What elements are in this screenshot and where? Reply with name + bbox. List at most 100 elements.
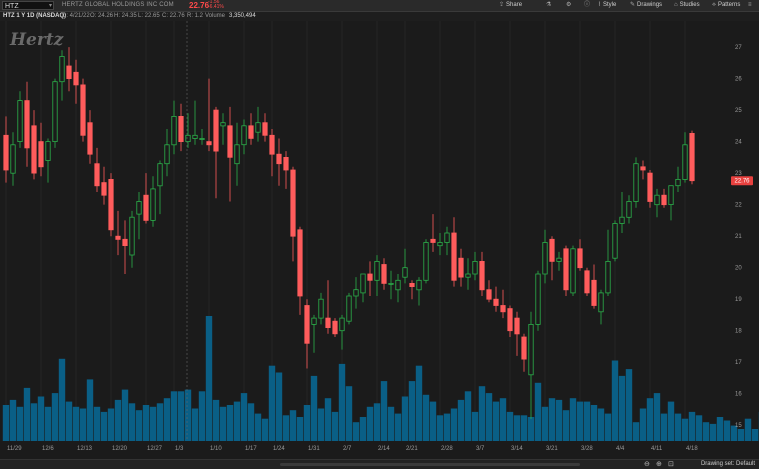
menu-icon: ≡ [748,2,752,8]
watermark-logo: Hertz [9,30,64,50]
candle-down [95,164,99,186]
candle-up [235,145,239,164]
candle-up [529,324,533,374]
x-tick-label: 3/21 [546,446,558,452]
candle-down [74,72,78,85]
symbol-value: HTZ [5,3,19,10]
candle-down [39,142,43,167]
volume-bar [549,398,555,441]
volume-bar [206,316,212,441]
candle-up [18,101,22,142]
candle-up [627,202,631,218]
volume-bar [339,364,345,441]
volume-bar [696,415,702,441]
candle-up [256,123,260,133]
x-tick-label: 12/20 [112,446,128,452]
volume-bar [38,397,44,442]
x-tick-label: 4/4 [616,446,625,452]
zoom-out-icon[interactable]: ⊖ [644,460,650,468]
zoom-in-icon[interactable]: ⊕ [656,460,662,468]
volume-bar [612,361,618,442]
symbol-input[interactable]: HTZ ▾ [2,1,54,10]
candle-up [151,189,155,221]
candle-down [515,318,519,334]
candle-up [536,274,540,324]
flask-icon: ⚗ [546,2,551,8]
gear-icon: ⚙ [566,2,571,8]
volume-bar [717,417,723,441]
y-tick-label: 22 [735,203,742,209]
volume-bar [325,398,331,441]
candle-down [144,195,148,220]
candle-down [585,271,589,293]
info-icon: ⓘ [584,2,590,8]
volume-bar [311,376,317,441]
studies-button[interactable]: ⌂Studies [674,1,700,10]
volume-bar [668,402,674,441]
volume-bar [654,393,660,441]
x-tick-label: 4/18 [686,446,698,452]
candle-up [620,217,624,223]
volume-bar [437,415,443,441]
volume-bar [213,400,219,441]
candle-down [116,236,120,239]
settings-button[interactable]: ⚙ [566,1,573,10]
chevron-down-icon[interactable]: ▾ [49,2,52,11]
volume-bar [192,409,198,442]
volume-bar [59,359,65,441]
share-button[interactable]: ⇪Share [499,1,522,10]
candle-down [81,85,85,135]
volume-bar [500,398,506,441]
candle-up [200,139,204,140]
candle-down [641,167,645,170]
volume-bar [682,419,688,441]
price-chart[interactable]: 15161718192021222324252627 11/2912/612/1… [0,21,759,459]
candle-up [424,243,428,281]
candle-down [179,116,183,141]
volume-bar [661,414,667,441]
candle-up [683,145,687,180]
x-tick-label: 3/14 [511,446,523,452]
volume-bar [255,414,261,441]
candle-down [326,318,330,328]
flask-button[interactable]: ⚗ [546,1,553,10]
more-button[interactable]: ≡ [748,1,754,10]
x-tick-label: 11/29 [7,446,22,452]
volume-bar [52,393,58,441]
last-price-tag-label: 22.76 [734,179,750,185]
style-label: Style [603,2,616,8]
candle-down [592,280,596,305]
volume-bar [318,409,324,442]
candle-up [466,274,470,277]
candle-up [242,126,246,145]
candle-down [508,309,512,331]
volume-bar [129,403,135,441]
volume-bar [3,405,9,441]
candle-down [291,170,295,236]
info-volume-label: Volume [205,12,225,21]
volume-bar [465,391,471,441]
volume-bar [66,402,72,441]
volume-bar [710,424,716,441]
info-high: H: 24.35 [114,12,137,21]
info-button[interactable]: ⓘ [584,1,592,10]
zoom-fit-icon[interactable]: ⊡ [668,460,674,468]
volume-bar [220,407,226,441]
drawings-label: Drawings [637,2,662,8]
drawing-set-selector[interactable]: Drawing set: Default [701,461,755,467]
y-tick-label: 26 [735,77,742,83]
volume-bar [367,407,373,441]
x-tick-label: 2/28 [441,446,453,452]
volume-bar [136,410,142,441]
candle-down [25,101,29,148]
candle-up [193,135,197,138]
x-tick-label: 1/24 [273,446,285,452]
horizontal-scrollbar[interactable] [280,463,580,466]
patterns-button[interactable]: ⟡Patterns [712,1,740,10]
candle-up [158,164,162,186]
y-tick-label: 21 [735,234,742,240]
drawings-button[interactable]: ✎Drawings [630,1,662,10]
x-tick-label: 1/17 [245,446,257,452]
style-button[interactable]: ⌇Style [598,1,616,10]
candle-down [494,299,498,305]
